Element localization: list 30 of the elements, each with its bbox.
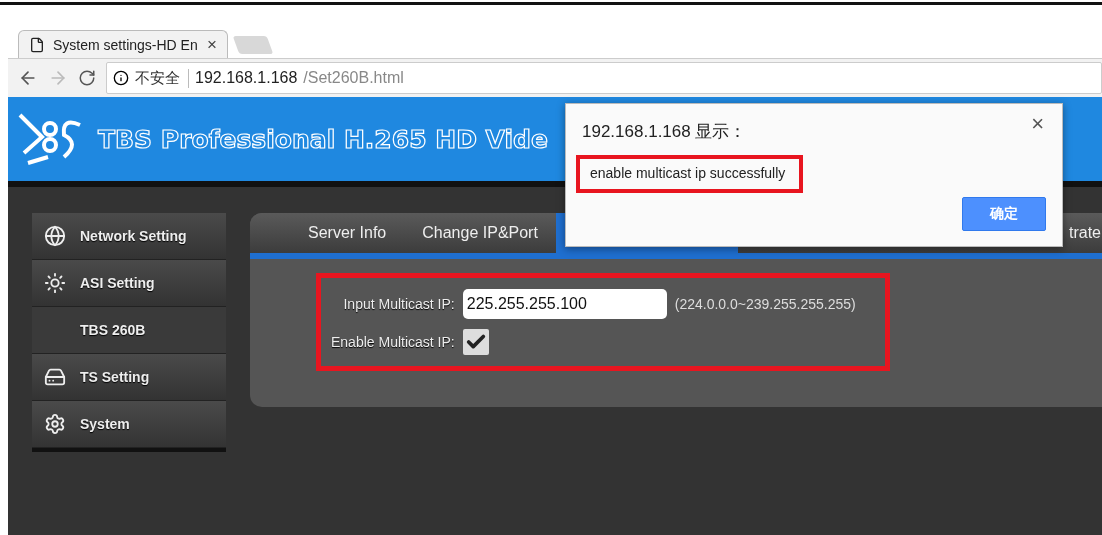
- sidebar-item[interactable]: TS Setting: [32, 354, 226, 401]
- content-tab[interactable]: Change IP&Port: [404, 213, 556, 253]
- tab-title: System settings-HD En: [53, 36, 199, 53]
- security-label: 不安全: [135, 68, 189, 88]
- content-tab[interactable]: Server Info: [290, 213, 405, 253]
- enable-checkbox[interactable]: [462, 329, 489, 355]
- reload-button[interactable]: [78, 69, 96, 87]
- gear-icon: [44, 413, 66, 435]
- info-icon: [113, 70, 129, 86]
- sidebar-item[interactable]: System: [32, 401, 226, 448]
- sidebar-item[interactable]: ASI Setting: [32, 260, 226, 307]
- header-title: TBS Professional H.265 HD Vide: [98, 124, 548, 154]
- dialog-title: 192.168.1.168 显示：: [582, 121, 747, 143]
- url-host: 192.168.1.168: [195, 69, 298, 87]
- address-bar[interactable]: 不安全 192.168.1.168 /Set260B.html: [106, 62, 1102, 94]
- drive-icon: [44, 366, 66, 388]
- content-tab[interactable]: trate: [1069, 213, 1102, 253]
- close-button[interactable]: ×: [1025, 110, 1050, 138]
- sidebar-item[interactable]: Network Setting: [32, 213, 226, 260]
- range-hint: (224.0.0.0~239.255.255.255): [674, 296, 856, 312]
- page-icon: [29, 36, 45, 53]
- globe-icon: [44, 225, 66, 247]
- field-label: Input Multicast IP:: [342, 296, 455, 312]
- dialog-message: enable multicast ip successfully: [576, 155, 804, 193]
- sun-icon: [44, 272, 66, 294]
- browser-tab[interactable]: System settings-HD En ×: [18, 30, 228, 58]
- url-path: /Set260B.html: [303, 69, 404, 87]
- close-tab-button[interactable]: ×: [207, 34, 217, 55]
- multicast-ip-field[interactable]: 225.255.255.100: [462, 289, 667, 319]
- field-label: Enable Multicast IP:: [331, 334, 455, 350]
